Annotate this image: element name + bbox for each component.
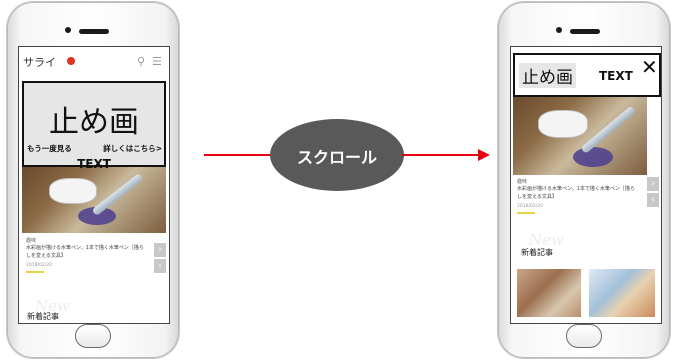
brush-pen (580, 105, 637, 155)
brush-pen (91, 172, 144, 217)
new-articles-heading: 新着記事 (27, 312, 59, 321)
home-button (566, 324, 602, 348)
new-article-thumb-1[interactable] (517, 269, 581, 317)
next-arrow-icon[interactable]: › (154, 243, 166, 257)
search-icon: ⚲ (137, 55, 146, 68)
arrow-head-icon (478, 149, 490, 161)
site-header: サライ ⚲ ☰ (19, 47, 169, 77)
next-arrow-icon[interactable]: › (647, 177, 659, 191)
arrow-line-right (402, 154, 478, 156)
left-phone: サライ ⚲ ☰ 止め画 もう一度見る 詳しくはこちら> TEXT 趣味 水彩画が… (7, 2, 179, 358)
close-icon[interactable]: ✕ (641, 57, 658, 77)
article-card[interactable]: 趣味 水彩画が描ける水筆ペン。1本で描く水筆ペン［描らしを変える文具】 2018… (513, 175, 643, 217)
article-category: 趣味 (26, 238, 37, 244)
palette (50, 179, 96, 203)
speaker (570, 29, 600, 34)
ad-still-image: 止め画 (519, 63, 576, 88)
right-screen: 止め画 TEXT ✕ 趣味 水彩画が描ける水筆ペン。1本で描く水筆ペン［描らしを… (510, 46, 662, 324)
prev-arrow-icon[interactable]: ‹ (154, 259, 166, 273)
ad-details-link[interactable]: 詳しくはこちら> (103, 143, 162, 154)
paint-swatch (573, 147, 613, 167)
article-date: 2018/02/20 (517, 204, 543, 209)
logo-dot (67, 57, 75, 65)
right-phone: 止め画 TEXT ✕ 趣味 水彩画が描ける水筆ペン。1本で描く水筆ペン［描らしを… (498, 2, 670, 358)
ad-text: TEXT (77, 157, 111, 171)
arrow-line-left (204, 154, 272, 156)
article-title: 水彩画が描ける水筆ペン。1本で描く水筆ペン［描らしを変える文具】 (26, 245, 144, 259)
ad-text: TEXT (599, 69, 633, 83)
article-date: 2018/02/20 (26, 263, 52, 268)
palette (539, 111, 587, 137)
sensor-dot (556, 27, 562, 33)
ad-banner[interactable]: 止め画 もう一度見る 詳しくはこちら> (22, 81, 166, 167)
left-screen: サライ ⚲ ☰ 止め画 もう一度見る 詳しくはこちら> TEXT 趣味 水彩画が… (18, 46, 170, 324)
sensor-dot (65, 27, 71, 33)
new-article-thumb-2[interactable] (589, 269, 655, 317)
ad-still-image: 止め画 (49, 105, 139, 140)
new-articles-heading: 新着記事 (521, 248, 553, 257)
article-title: 水彩画が描ける水筆ペン。1本で描く水筆ペン［描らしを変える文具】 (517, 186, 635, 200)
site-logo: サライ (23, 56, 56, 69)
article-category: 趣味 (517, 179, 528, 185)
rating-bar (517, 212, 535, 214)
speaker (79, 29, 109, 34)
menu-icon: ☰ (152, 55, 162, 68)
rating-bar (26, 271, 44, 273)
sticky-ad-banner[interactable]: 止め画 TEXT ✕ (513, 53, 661, 97)
scroll-label: スクロール (296, 148, 377, 167)
ad-replay-link[interactable]: もう一度見る (27, 143, 72, 154)
article-card[interactable]: 趣味 水彩画が描ける水筆ペン。1本で描く水筆ペン［描らしを変える文具】 2018… (22, 235, 152, 275)
article-photo (22, 167, 166, 233)
article-photo (513, 97, 647, 175)
home-button (75, 324, 111, 348)
prev-arrow-icon[interactable]: ‹ (647, 193, 659, 207)
